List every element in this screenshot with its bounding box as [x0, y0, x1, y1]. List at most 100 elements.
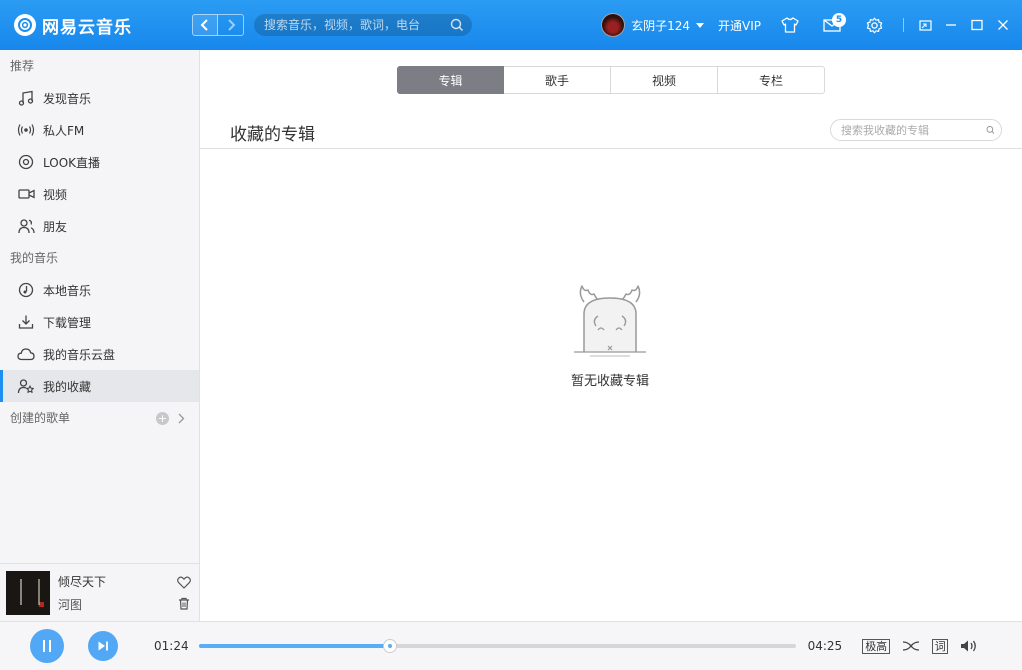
pause-button[interactable]	[30, 629, 64, 663]
main-content: 专辑 歌手 视频 专栏 收藏的专辑 暂无收藏专辑	[200, 50, 1022, 621]
chevron-down-icon[interactable]	[696, 23, 704, 28]
album-cover[interactable]	[6, 571, 50, 615]
sidebar-item-my-favorites[interactable]: 我的收藏	[0, 370, 199, 402]
trash-icon[interactable]	[178, 597, 190, 610]
avatar[interactable]	[601, 13, 625, 37]
lyrics-button[interactable]: 词	[932, 639, 948, 654]
sidebar-item-friends[interactable]: 朋友	[0, 210, 199, 242]
now-playing-panel: 倾尽天下 河图	[0, 563, 199, 621]
sidebar-item-personal-fm[interactable]: 私人FM	[0, 114, 199, 146]
section-title-recommend: 推荐	[0, 50, 199, 82]
sidebar-item-local-music[interactable]: 本地音乐	[0, 274, 199, 306]
history-nav	[192, 14, 244, 36]
heart-icon[interactable]	[177, 576, 191, 589]
section-created-playlists[interactable]: 创建的歌单 +	[0, 402, 199, 434]
empty-mascot-icon	[570, 282, 650, 358]
message-badge: 5	[832, 13, 846, 27]
collection-search	[830, 119, 1002, 141]
friends-icon	[17, 217, 35, 235]
sidebar-item-video[interactable]: 视频	[0, 178, 199, 210]
search-icon[interactable]	[450, 18, 464, 32]
mini-mode-button[interactable]	[914, 10, 936, 40]
player-extra-controls: 极高 词	[862, 639, 978, 654]
vip-button[interactable]: 开通VIP	[718, 17, 761, 34]
collection-search-input[interactable]	[841, 124, 986, 137]
player-bar: 01:24 04:25 极高 词	[0, 621, 1022, 670]
title-bar: 网易云音乐 玄阴子124 开通VIP 5	[0, 0, 1022, 50]
sidebar-item-look-live[interactable]: LOOK直播	[0, 146, 199, 178]
sidebar-item-label: 朋友	[43, 218, 67, 235]
volume-icon[interactable]	[960, 639, 978, 653]
progress-handle[interactable]	[383, 639, 397, 653]
sidebar-item-download-manager[interactable]: 下载管理	[0, 306, 199, 338]
forward-button[interactable]	[218, 14, 244, 36]
skin-button[interactable]	[775, 10, 805, 40]
minimize-icon	[945, 19, 957, 31]
maximize-icon	[971, 19, 983, 31]
top-right-controls: 玄阴子124 开通VIP 5	[601, 0, 1022, 50]
toolbar-divider	[903, 18, 904, 32]
page-title: 收藏的专辑	[230, 120, 315, 145]
favorites-icon	[17, 377, 35, 395]
cloud-icon	[17, 345, 35, 363]
close-icon	[997, 19, 1009, 31]
sidebar-item-label: 本地音乐	[43, 282, 91, 299]
tab-videos[interactable]: 视频	[611, 66, 718, 94]
content-divider	[200, 148, 1022, 149]
video-icon	[17, 185, 35, 203]
settings-button[interactable]	[859, 10, 889, 40]
sidebar-item-cloud-drive[interactable]: 我的音乐云盘	[0, 338, 199, 370]
add-playlist-button[interactable]: +	[156, 412, 169, 425]
sidebar-item-label: 我的音乐云盘	[43, 346, 115, 363]
song-artist[interactable]: 河图	[58, 596, 177, 613]
collection-tabs: 专辑 歌手 视频 专栏	[397, 66, 825, 94]
sidebar: 推荐 发现音乐 私人FM LOOK直播 视频 朋友 我的音乐 本地音乐	[0, 50, 200, 621]
sidebar-item-label: 我的收藏	[43, 378, 91, 395]
now-playing-info: 倾尽天下 河图	[58, 573, 177, 613]
username[interactable]: 玄阴子124	[631, 17, 690, 34]
gear-icon	[866, 17, 883, 34]
download-icon	[17, 313, 35, 331]
progress-bar[interactable]	[199, 644, 796, 648]
app-title: 网易云音乐	[42, 13, 132, 38]
search-icon[interactable]	[986, 123, 995, 137]
sidebar-item-label: 下载管理	[43, 314, 91, 331]
chevron-right-icon	[226, 19, 236, 31]
sidebar-item-discover-music[interactable]: 发现音乐	[0, 82, 199, 114]
sidebar-item-label: 视频	[43, 186, 67, 203]
minimize-button[interactable]	[940, 10, 962, 40]
section-title-my-music: 我的音乐	[0, 242, 199, 274]
global-search-input[interactable]	[264, 18, 450, 32]
skip-next-icon	[97, 640, 109, 652]
now-playing-actions	[177, 576, 191, 610]
sidebar-item-label: 发现音乐	[43, 90, 91, 107]
close-button[interactable]	[992, 10, 1014, 40]
empty-state: 暂无收藏专辑	[560, 282, 660, 389]
tshirt-icon	[781, 17, 799, 33]
chevron-right-icon[interactable]	[177, 413, 185, 424]
tab-albums[interactable]: 专辑	[397, 66, 504, 94]
song-title[interactable]: 倾尽天下	[58, 573, 177, 590]
total-time: 04:25	[808, 639, 843, 653]
empty-state-text: 暂无收藏专辑	[571, 370, 649, 389]
global-search	[254, 14, 472, 36]
app-logo[interactable]: 网易云音乐	[14, 13, 184, 38]
progress-fill	[199, 644, 390, 648]
maximize-button[interactable]	[966, 10, 988, 40]
quality-button[interactable]: 极高	[862, 639, 890, 654]
tab-artists[interactable]: 歌手	[504, 66, 611, 94]
created-playlist-actions: +	[156, 412, 185, 425]
back-button[interactable]	[192, 14, 218, 36]
next-track-button[interactable]	[88, 631, 118, 661]
music-note-icon	[17, 89, 35, 107]
section-title-created: 创建的歌单	[10, 402, 70, 434]
netease-logo-icon	[14, 14, 36, 36]
current-time: 01:24	[154, 639, 189, 653]
chevron-left-icon	[200, 19, 210, 31]
live-icon	[17, 153, 35, 171]
messages-button[interactable]: 5	[817, 10, 847, 40]
play-mode-icon[interactable]	[902, 639, 920, 653]
pause-icon	[41, 639, 53, 653]
sidebar-item-label: LOOK直播	[43, 154, 100, 171]
tab-columns[interactable]: 专栏	[718, 66, 825, 94]
